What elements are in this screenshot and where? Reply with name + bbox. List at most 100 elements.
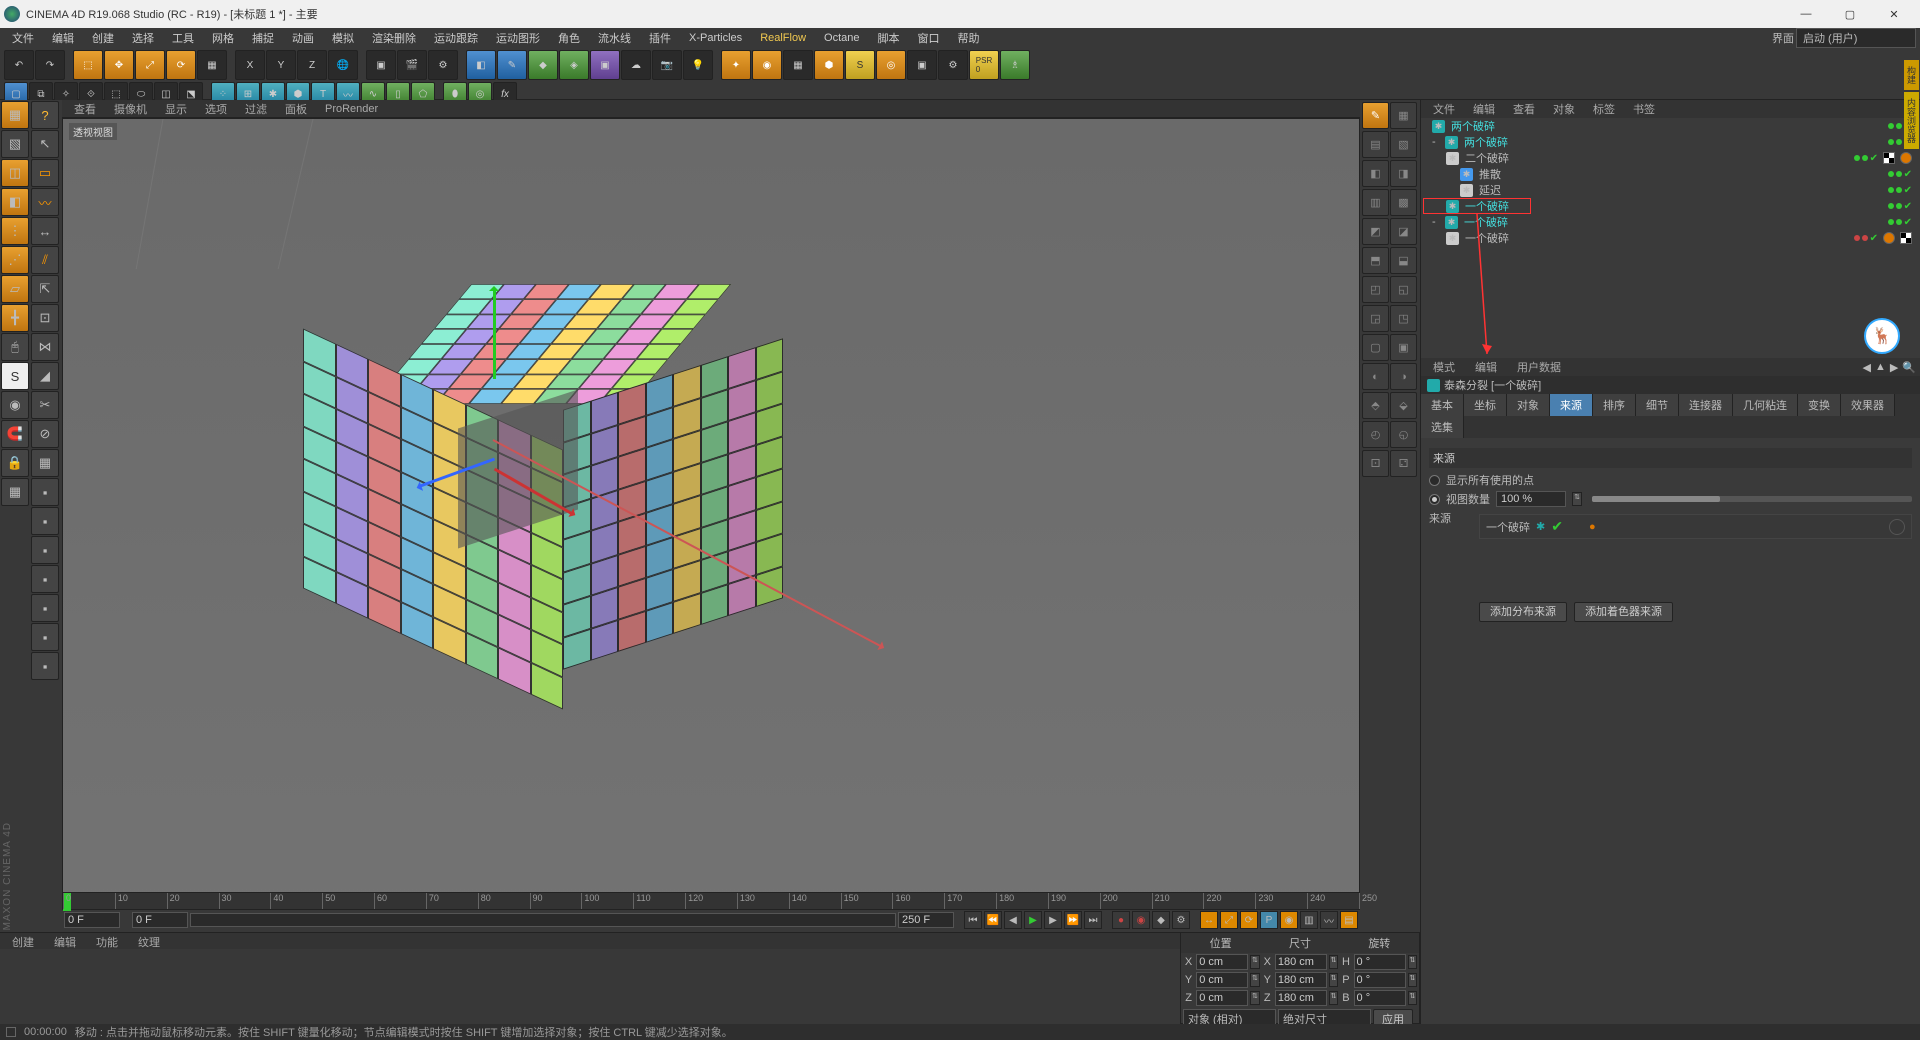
undo-button[interactable]: ↶ xyxy=(4,50,34,80)
om-menu-tag[interactable]: 标签 xyxy=(1585,100,1623,118)
object-manager-tree[interactable]: 🦌 ✱两个破碎✔-✱两个破碎✔✱二个破碎✔✱推散✔✱延迟✔✱一个破碎✔-✱一个破… xyxy=(1421,118,1920,358)
menu-select[interactable]: 选择 xyxy=(124,28,162,48)
menu-create[interactable]: 创建 xyxy=(84,28,122,48)
rt-t[interactable]: ⬘ xyxy=(1362,392,1389,419)
tl-nextkey-icon[interactable]: ⏩ xyxy=(1064,911,1082,929)
object-row[interactable]: ✱二个破碎✔ xyxy=(1421,150,1920,166)
poly-mode-icon[interactable]: ▱ xyxy=(1,275,29,303)
om-menu-view[interactable]: 查看 xyxy=(1505,100,1543,118)
tl-s-icon[interactable]: ⤢ xyxy=(1220,911,1238,929)
attr-tab-detail[interactable]: 细节 xyxy=(1636,394,1679,416)
minimize-button[interactable]: — xyxy=(1784,0,1828,28)
close-button[interactable]: ✕ xyxy=(1872,0,1916,28)
view-count-slider[interactable] xyxy=(1592,496,1912,502)
am-nav-up[interactable]: ▲ xyxy=(1875,361,1886,373)
dissolve-icon[interactable]: ⊘ xyxy=(31,420,59,448)
render-pv[interactable]: 🎬 xyxy=(397,50,427,80)
rt-j[interactable]: ⬒ xyxy=(1362,247,1389,274)
coord-size-input[interactable] xyxy=(1275,954,1327,970)
tweak-icon[interactable]: 🖰 xyxy=(1,333,29,361)
add-cam[interactable]: 📷 xyxy=(652,50,682,80)
workplane-icon[interactable]: ◧ xyxy=(1,188,29,216)
rt-f[interactable]: ▥ xyxy=(1362,189,1389,216)
xp-cache[interactable]: ▦ xyxy=(783,50,813,80)
am-menu-edit[interactable]: 编辑 xyxy=(1467,358,1505,376)
tl-last-icon[interactable]: ⏭ xyxy=(1084,911,1102,929)
object-row[interactable]: -✱两个破碎✔ xyxy=(1421,134,1920,150)
tl-play-icon[interactable]: ▶ xyxy=(1024,911,1042,929)
oc-icon[interactable]: ◎ xyxy=(876,50,906,80)
rt-b[interactable]: ▤ xyxy=(1362,131,1389,158)
vp-menu-filter[interactable]: 过滤 xyxy=(237,100,275,118)
tl-first-icon[interactable]: ⏮ xyxy=(964,911,982,929)
am-menu-mode[interactable]: 模式 xyxy=(1425,358,1463,376)
rf-icon[interactable]: ⬢ xyxy=(814,50,844,80)
oc-set[interactable]: ⚙ xyxy=(938,50,968,80)
workplane-lock-icon[interactable]: ◉ xyxy=(1,391,29,419)
coord-rot-input[interactable] xyxy=(1354,990,1406,1006)
mat-menu-edit[interactable]: 编辑 xyxy=(46,933,84,949)
attr-tab-coord[interactable]: 坐标 xyxy=(1464,394,1507,416)
bake-icon[interactable]: ♗ xyxy=(1000,50,1030,80)
rotate-tool[interactable]: ⟳ xyxy=(166,50,196,80)
tl-sheet-icon[interactable]: ▥ xyxy=(1300,911,1318,929)
axis-x[interactable]: X xyxy=(235,50,265,80)
menu-sim[interactable]: 模拟 xyxy=(324,28,362,48)
source-item[interactable]: 一个破碎 ✱ ✔ ● xyxy=(1479,514,1912,539)
view-count-radio[interactable] xyxy=(1429,494,1440,505)
menu-char[interactable]: 角色 xyxy=(550,28,588,48)
vp-menu-disp[interactable]: 显示 xyxy=(157,100,195,118)
rt-q[interactable]: ▣ xyxy=(1390,334,1417,361)
om-menu-obj[interactable]: 对象 xyxy=(1545,100,1583,118)
texture-mode-icon[interactable]: ◫ xyxy=(1,159,29,187)
edge-tab-1[interactable]: 构建 xyxy=(1904,60,1919,90)
rt-g[interactable]: ▩ xyxy=(1390,189,1417,216)
more5-icon[interactable]: ▪ xyxy=(31,594,59,622)
menu-snap[interactable]: 捕捉 xyxy=(244,28,282,48)
redo-button[interactable]: ↷ xyxy=(35,50,65,80)
mat-menu-create[interactable]: 创建 xyxy=(4,933,42,949)
model-mode-icon[interactable]: ▧ xyxy=(1,130,29,158)
tl-prevkey-icon[interactable]: ⏪ xyxy=(984,911,1002,929)
menu-anim[interactable]: 动画 xyxy=(284,28,322,48)
gridfill-icon[interactable]: ▦ xyxy=(31,449,59,477)
object-row[interactable]: ✱一个破碎✔ xyxy=(1421,198,1920,214)
tl-prev-icon[interactable]: ◀ xyxy=(1004,911,1022,929)
layout-dropdown[interactable]: 启动 (用户) xyxy=(1796,28,1916,48)
attr-tab-object[interactable]: 对象 xyxy=(1507,394,1550,416)
menu-mesh[interactable]: 网格 xyxy=(204,28,242,48)
menu-motrack[interactable]: 运动跟踪 xyxy=(426,28,486,48)
source-item-eye-icon[interactable] xyxy=(1889,519,1905,535)
rt-m[interactable]: ◱ xyxy=(1390,276,1417,303)
add-distribution-button[interactable]: 添加分布来源 xyxy=(1479,602,1567,622)
tl-range-end[interactable] xyxy=(898,912,954,928)
add-spline[interactable]: ✎ xyxy=(497,50,527,80)
rt-r[interactable]: ◐ xyxy=(1362,363,1389,390)
coord-size-input[interactable] xyxy=(1275,990,1327,1006)
menu-help[interactable]: 帮助 xyxy=(950,28,988,48)
menu-window[interactable]: 窗口 xyxy=(910,28,948,48)
timeline-scrollbar[interactable] xyxy=(190,913,896,927)
attr-tab-conn[interactable]: 连接器 xyxy=(1679,394,1733,416)
object-row[interactable]: ✱延迟✔ xyxy=(1421,182,1920,198)
rt-c[interactable]: ▧ xyxy=(1390,131,1417,158)
view-count-input[interactable]: 100 % xyxy=(1496,491,1566,507)
more1-icon[interactable]: ▪ xyxy=(31,478,59,506)
om-menu-bm[interactable]: 书签 xyxy=(1625,100,1663,118)
coord-size-input[interactable] xyxy=(1275,972,1327,988)
viewsolo-icon[interactable]: ▦ xyxy=(1,478,29,506)
tl-p-icon[interactable]: ↔ xyxy=(1200,911,1218,929)
attr-tab-source[interactable]: 来源 xyxy=(1550,394,1593,416)
rt-o[interactable]: ◳ xyxy=(1390,305,1417,332)
object-row[interactable]: ✱一个破碎✔ xyxy=(1421,230,1920,246)
tl-opt-icon[interactable]: ⚙ xyxy=(1172,911,1190,929)
axis-z[interactable]: Z xyxy=(297,50,327,80)
vp-menu-pro[interactable]: ProRender xyxy=(317,102,386,116)
vp-menu-cam[interactable]: 摄像机 xyxy=(106,100,155,118)
rt-y[interactable]: ⚁ xyxy=(1390,450,1417,477)
render-view[interactable]: ▣ xyxy=(366,50,396,80)
viewport[interactable]: 透视视图 YXZ 网格间距 : 100 cm xyxy=(62,118,1360,1024)
move-icon[interactable]: ↔ xyxy=(31,217,59,245)
select-tool[interactable]: ⬚ xyxy=(73,50,103,80)
bevel-icon[interactable]: ◢ xyxy=(31,362,59,390)
